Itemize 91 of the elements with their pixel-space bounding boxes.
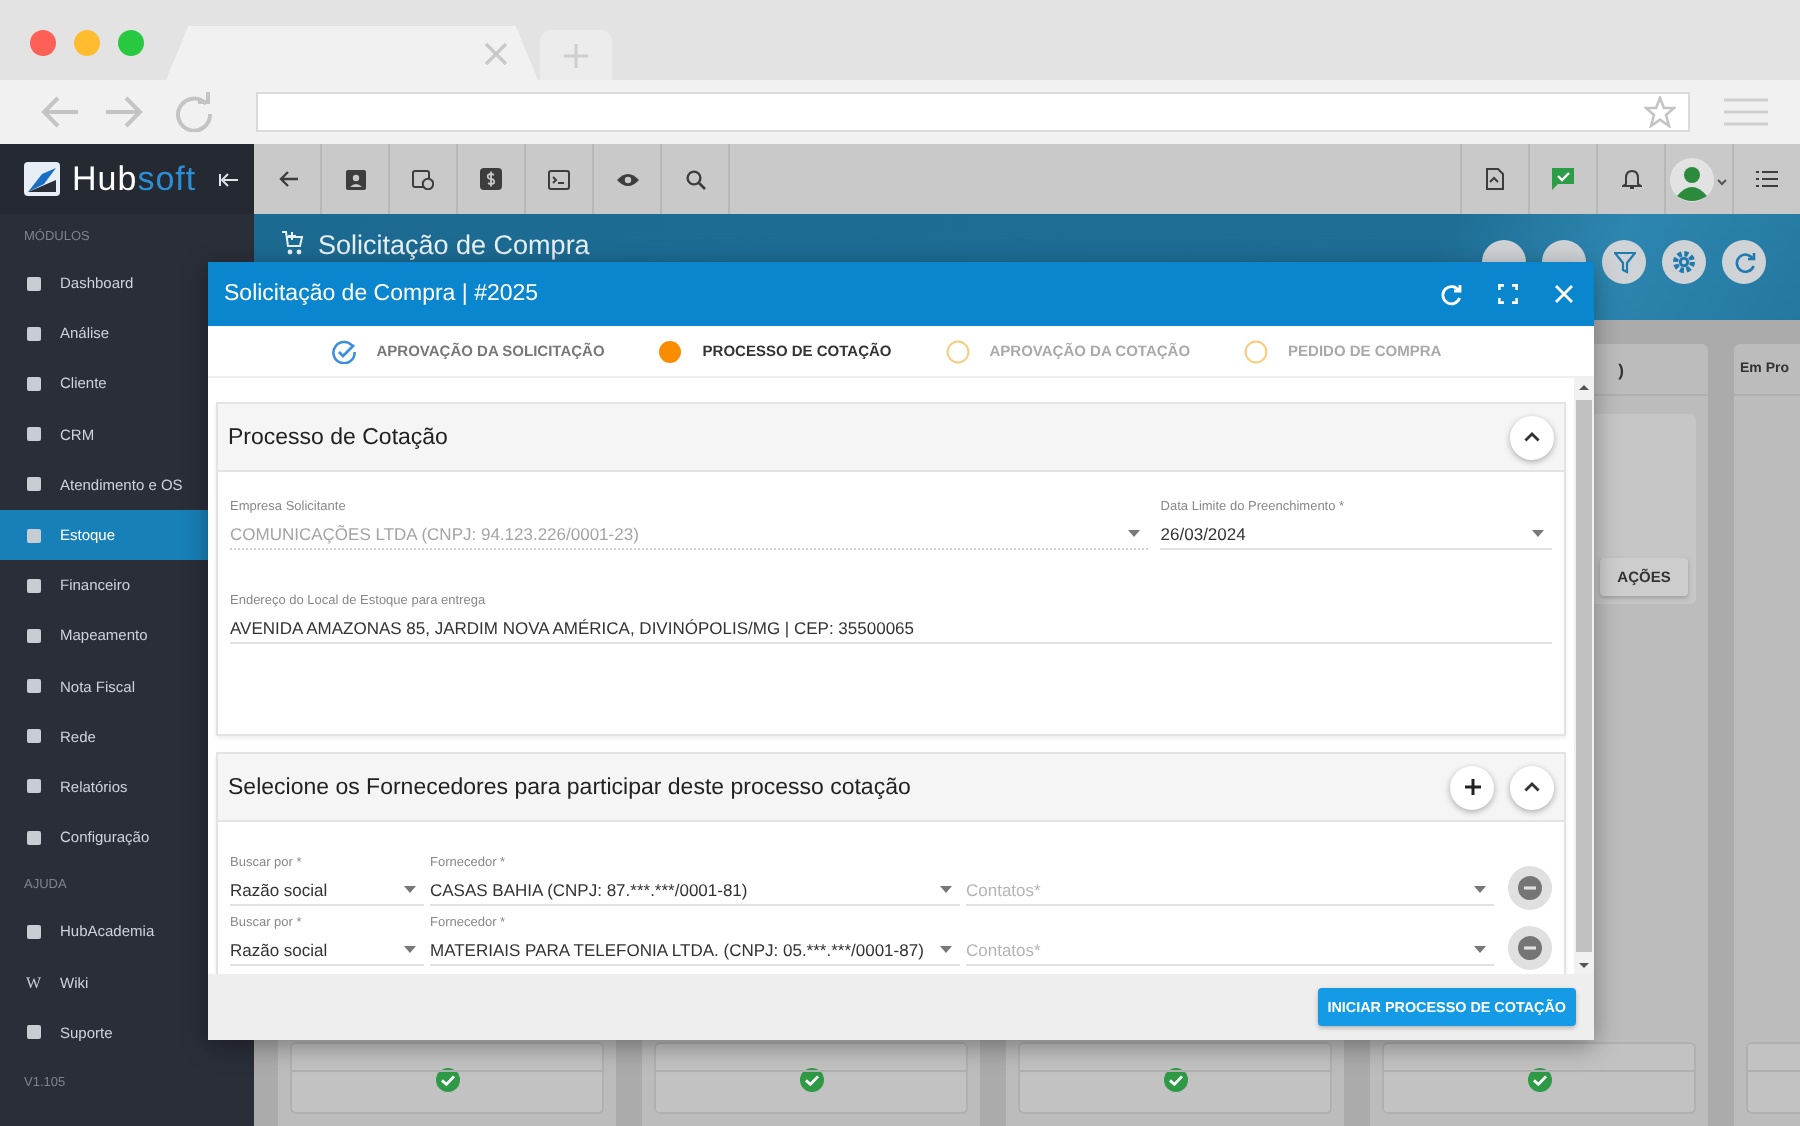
caret-icon bbox=[940, 885, 952, 893]
settings-icon bbox=[1672, 250, 1696, 274]
square-icon bbox=[26, 678, 42, 695]
app-logo: Hubsoft bbox=[72, 159, 197, 199]
chevron-up-icon bbox=[1524, 782, 1540, 792]
select-field[interactable]: CASAS BAHIA (CNPJ: 87.***.***/0001-81) bbox=[430, 874, 960, 906]
fullscreen-button[interactable] bbox=[1498, 284, 1518, 304]
minus-circle-icon bbox=[1518, 876, 1542, 900]
maximize-window-dot bbox=[118, 30, 144, 56]
wiki-icon: W bbox=[26, 973, 42, 992]
check-circle-icon bbox=[435, 1068, 459, 1092]
select-field[interactable]: Razão social bbox=[230, 934, 424, 966]
square-icon bbox=[26, 577, 42, 594]
close-button[interactable] bbox=[1554, 284, 1574, 304]
square-icon bbox=[26, 325, 42, 342]
cart-icon bbox=[280, 230, 304, 256]
select-field[interactable]: MATERIAIS PARA TELEFONIA LTDA. (CNPJ: 05.***.***/0001-87) bbox=[430, 934, 960, 966]
menu-icon bbox=[1724, 96, 1768, 128]
select-field[interactable]: Razão social bbox=[230, 874, 424, 906]
filter-icon bbox=[1613, 251, 1635, 273]
logo-icon bbox=[24, 162, 60, 196]
page-title: Solicitação de Compra bbox=[318, 230, 590, 260]
check-circle-icon bbox=[1527, 1068, 1551, 1092]
profile-button[interactable] bbox=[1664, 144, 1732, 214]
document-icon bbox=[1486, 168, 1504, 190]
section-title: Selecione os Fornecedores para participar deste processo cotação bbox=[228, 775, 911, 799]
remove-button[interactable] bbox=[1508, 866, 1552, 910]
caret-icon bbox=[404, 885, 416, 893]
section-title: Processo de Cotação bbox=[228, 425, 448, 449]
square-icon bbox=[26, 778, 42, 795]
refresh-button[interactable] bbox=[1440, 283, 1462, 305]
square-icon bbox=[26, 426, 42, 443]
square-icon bbox=[26, 476, 42, 493]
check-circle-icon bbox=[1163, 1068, 1187, 1092]
fullscreen-icon bbox=[1498, 284, 1518, 304]
square-icon bbox=[26, 1024, 42, 1041]
check-circle-icon bbox=[799, 1068, 823, 1092]
star-icon bbox=[1644, 96, 1676, 128]
select-field[interactable]: 26/03/2024 bbox=[1160, 518, 1552, 550]
caret-icon bbox=[1532, 529, 1544, 537]
square-icon bbox=[26, 275, 42, 292]
dollar-icon bbox=[480, 168, 502, 190]
contact-card-icon bbox=[345, 169, 365, 189]
close-window-dot bbox=[30, 30, 56, 56]
caret-icon bbox=[940, 945, 952, 953]
reload-icon bbox=[174, 92, 214, 132]
chat-check-icon bbox=[1552, 168, 1574, 190]
square-icon bbox=[26, 627, 42, 644]
caret-icon bbox=[1128, 529, 1141, 537]
avatar-icon bbox=[1669, 157, 1729, 201]
square-icon bbox=[26, 527, 42, 544]
square-icon bbox=[26, 923, 42, 940]
caret-icon bbox=[404, 945, 416, 953]
address-field[interactable] bbox=[256, 92, 1690, 132]
square-icon bbox=[26, 829, 42, 846]
bell-icon bbox=[1621, 168, 1641, 190]
settings-button[interactable] bbox=[1662, 240, 1706, 284]
column-title: ) bbox=[1618, 359, 1624, 379]
eye-icon bbox=[615, 171, 639, 187]
calendar-clock-icon bbox=[412, 168, 434, 190]
text-field[interactable]: AVENIDA AMAZONAS 85, JARDIM NOVA AMÉRICA, DIVINÓPOLIS/MG | CEP: 35500065 bbox=[230, 612, 1552, 644]
refresh-icon bbox=[1733, 251, 1755, 273]
back-arrow-icon bbox=[277, 170, 297, 188]
square-icon bbox=[26, 375, 42, 392]
list-icon bbox=[1756, 170, 1778, 188]
check-circle-icon bbox=[332, 339, 357, 363]
caret-icon bbox=[1474, 945, 1486, 953]
forward-arrow-icon bbox=[104, 96, 144, 128]
square-icon bbox=[26, 728, 42, 745]
refresh-icon bbox=[1440, 283, 1462, 305]
search-icon bbox=[685, 169, 705, 189]
remove-button[interactable] bbox=[1508, 926, 1552, 970]
dialog-title: Solicitação de Compra | #2025 bbox=[224, 282, 539, 306]
minus-circle-icon bbox=[1518, 936, 1542, 960]
caret-icon bbox=[1474, 885, 1486, 893]
close-icon bbox=[1554, 284, 1574, 304]
filter-button[interactable] bbox=[1602, 240, 1646, 284]
terminal-icon bbox=[548, 169, 570, 189]
plus-icon bbox=[562, 41, 590, 69]
step-dot-icon bbox=[658, 339, 683, 363]
add-button[interactable] bbox=[1450, 765, 1494, 809]
close-icon bbox=[482, 40, 510, 68]
collapse-arrow-icon bbox=[218, 171, 238, 187]
step-circle-icon bbox=[945, 339, 970, 363]
chevron-up-icon bbox=[1524, 432, 1540, 442]
refresh-button[interactable] bbox=[1722, 240, 1766, 284]
scrollbar[interactable] bbox=[1574, 378, 1594, 974]
back-arrow-icon bbox=[40, 96, 80, 128]
step-circle-icon bbox=[1244, 339, 1269, 363]
plus-icon bbox=[1463, 778, 1481, 796]
minimize-window-dot bbox=[74, 30, 100, 56]
